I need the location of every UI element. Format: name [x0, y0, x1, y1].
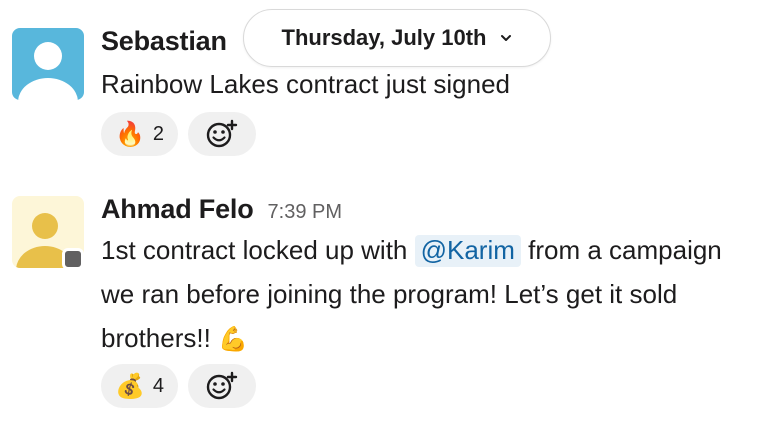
- add-reaction-button[interactable]: [188, 112, 257, 156]
- author-name[interactable]: Ahmad Felo: [101, 194, 254, 225]
- reactions-bar: 🔥 2: [101, 112, 760, 156]
- status-badge: [62, 248, 84, 270]
- message-text: Rainbow Lakes contract just signed: [101, 69, 511, 99]
- message-text: 1st contract locked up with @Karim from …: [101, 228, 760, 360]
- reaction-count: 4: [152, 374, 165, 397]
- message-ahmad-felo: Ahmad Felo 7:39 PM 1st contract locked u…: [0, 190, 772, 436]
- fire-emoji-icon: 🔥: [115, 120, 145, 148]
- avatar[interactable]: [12, 28, 84, 100]
- date-label: Thursday, July 10th: [281, 25, 487, 50]
- message-text-part: 1st contract locked up with: [101, 235, 415, 265]
- reaction-money-bag[interactable]: 💰 4: [101, 364, 179, 408]
- message-timestamp[interactable]: 7:39 PM: [268, 201, 342, 224]
- chevron-down-icon: [501, 35, 512, 41]
- user-mention[interactable]: @Karim: [414, 235, 521, 267]
- add-reaction-icon: [206, 119, 238, 148]
- flexed-biceps-emoji-icon: 💪: [218, 325, 248, 353]
- reactions-bar: 💰 4: [101, 364, 760, 408]
- reaction-count: 2: [152, 122, 165, 145]
- money-bag-emoji-icon: 💰: [115, 372, 145, 400]
- add-reaction-icon: [206, 371, 238, 400]
- author-name[interactable]: Sebastian: [101, 26, 227, 57]
- default-avatar-icon: [12, 28, 84, 100]
- reaction-fire[interactable]: 🔥 2: [101, 112, 179, 156]
- add-reaction-button[interactable]: [188, 364, 257, 408]
- date-divider-button[interactable]: Thursday, July 10th: [243, 9, 551, 67]
